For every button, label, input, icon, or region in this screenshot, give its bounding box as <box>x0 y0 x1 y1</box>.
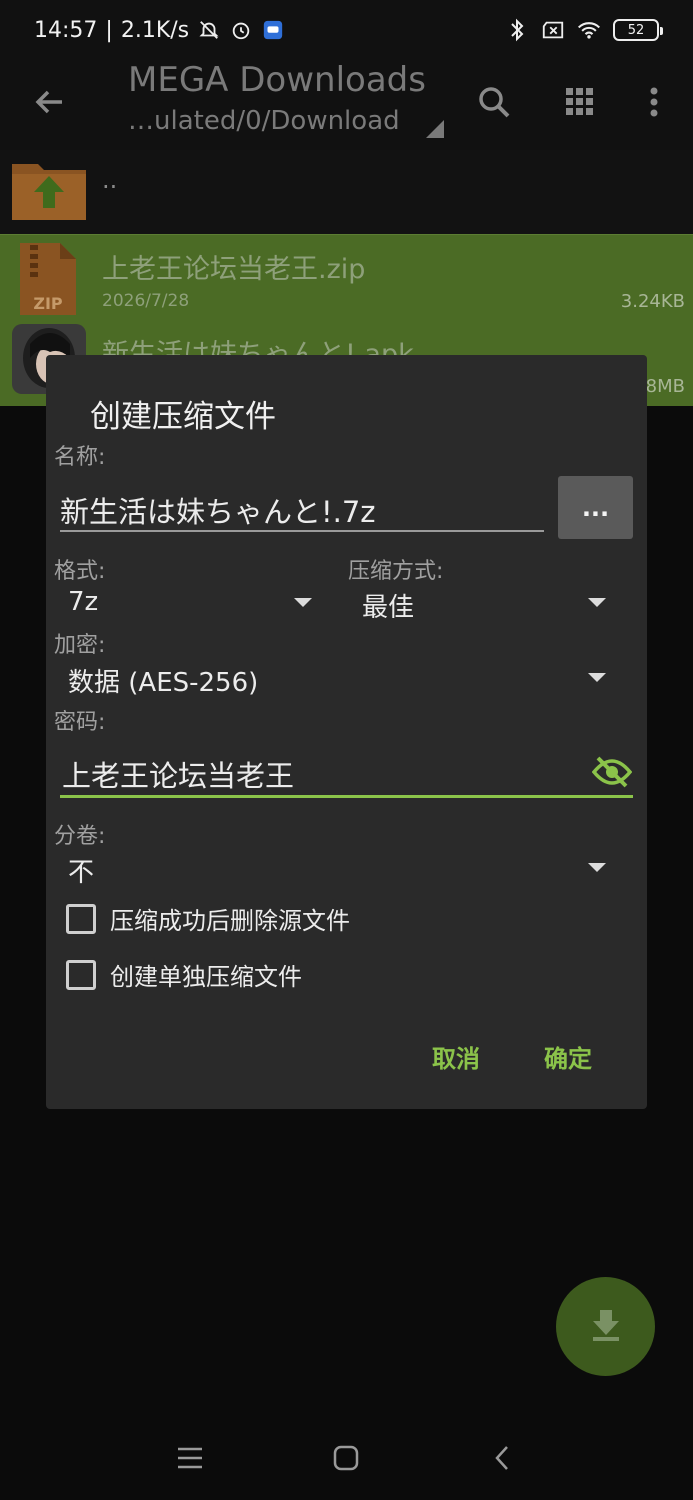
ok-button[interactable]: 确定 <box>544 1039 592 1074</box>
bell-off-icon <box>197 18 221 42</box>
grid-view-icon[interactable] <box>558 80 602 124</box>
delete-source-checkbox[interactable] <box>66 903 96 934</box>
format-label: 格式: <box>54 559 106 584</box>
file-date: 2026/7/28 <box>102 291 190 311</box>
download-icon <box>591 1308 621 1346</box>
separate-archive-checkbox[interactable] <box>66 959 96 990</box>
search-icon[interactable] <box>472 80 516 124</box>
create-archive-dialog: 创建压缩文件 名称: 新生活は妹ちゃんと!.7z ... 格式: 7z 压缩方式… <box>46 355 647 1109</box>
visibility-off-icon[interactable] <box>591 755 633 789</box>
file-size: 8MB <box>645 376 685 397</box>
name-label: 名称: <box>54 445 106 470</box>
back-nav-icon[interactable] <box>484 1440 520 1476</box>
delete-source-label: 压缩成功后删除源文件 <box>110 907 350 935</box>
alarm-icon <box>229 18 253 42</box>
name-input-underline <box>60 530 544 532</box>
method-chevron-down-icon[interactable] <box>588 598 606 607</box>
folder-up-icon <box>10 156 88 222</box>
path-breadcrumb[interactable]: …ulated/0/Download <box>128 106 400 136</box>
bluetooth-icon <box>505 18 529 42</box>
split-label: 分卷: <box>54 824 106 849</box>
password-label: 密码: <box>54 710 106 735</box>
status-net-speed: 2.1K/s <box>120 17 190 43</box>
format-chevron-down-icon[interactable] <box>294 598 312 607</box>
method-label: 压缩方式: <box>348 559 444 584</box>
file-size: 3.24KB <box>620 291 685 312</box>
zip-file-icon: ZIP <box>16 241 80 317</box>
encryption-select[interactable]: 数据 (AES-256) <box>68 662 258 699</box>
method-select[interactable]: 最佳 <box>362 587 414 624</box>
file-name: 上老王论坛当老王.zip <box>102 254 366 285</box>
split-chevron-down-icon[interactable] <box>588 863 606 872</box>
home-icon[interactable] <box>328 1440 364 1476</box>
system-nav-bar <box>0 1410 693 1500</box>
more-vert-icon[interactable] <box>632 80 676 124</box>
browse-button[interactable]: ... <box>558 476 633 539</box>
menu-icon[interactable] <box>172 1440 208 1476</box>
svg-text:ZIP: ZIP <box>33 294 63 313</box>
page-title: MEGA Downloads <box>128 60 426 100</box>
status-time: 14:57 <box>34 17 98 43</box>
dialog-title: 创建压缩文件 <box>90 399 276 435</box>
encryption-label: 加密: <box>54 633 106 658</box>
encryption-chevron-down-icon[interactable] <box>588 673 606 682</box>
status-bar: 14:57 | 2.1K/s 52 <box>0 0 693 60</box>
app-toolbar: MEGA Downloads …ulated/0/Download <box>0 60 693 150</box>
path-dropdown-icon[interactable] <box>426 120 444 138</box>
format-select[interactable]: 7z <box>68 587 98 617</box>
separate-archive-checkbox-row[interactable]: 创建单独压缩文件 <box>66 957 302 992</box>
download-fab-button[interactable] <box>556 1277 655 1376</box>
battery-icon: 52 <box>613 19 663 41</box>
wifi-icon <box>577 18 601 42</box>
password-input[interactable]: 上老王论坛当老王 <box>62 753 294 795</box>
parent-folder-row[interactable]: .. <box>0 150 693 234</box>
separate-archive-label: 创建单独压缩文件 <box>110 963 302 991</box>
parent-folder-label: .. <box>102 166 118 194</box>
cancel-button[interactable]: 取消 <box>432 1039 480 1074</box>
app-badge-icon <box>261 18 285 42</box>
sim-x-icon <box>541 18 565 42</box>
delete-source-checkbox-row[interactable]: 压缩成功后删除源文件 <box>66 901 350 936</box>
file-row[interactable]: ZIP 上老王论坛当老王.zip 2026/7/28 3.24KB <box>0 234 693 320</box>
name-input[interactable]: 新生活は妹ちゃんと!.7z <box>60 489 376 531</box>
back-arrow-icon[interactable] <box>28 80 72 124</box>
password-input-underline <box>60 795 633 798</box>
split-select[interactable]: 不 <box>68 852 94 889</box>
